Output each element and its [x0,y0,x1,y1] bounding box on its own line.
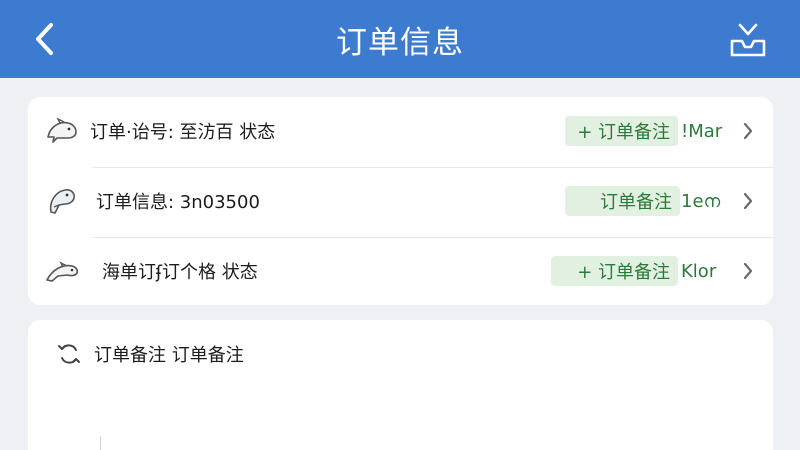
order-detail-card: 订单·诒号: 至汸百 状态 + 订单备注 !Mar 订单信息: 3n03500 … [28,97,773,305]
dolphin-icon [44,185,80,217]
order-note-label: 订单备注 订单备注 [94,345,244,366]
chevron-left-icon [36,23,53,55]
order-note-card: 订单备注 订单备注 [28,320,773,450]
order-row-value: Klor [681,260,717,282]
order-row-value: 1eന [681,190,721,212]
order-note-row[interactable]: 订单备注 订单备注 [28,336,773,372]
dolphin-icon [44,255,80,287]
order-row-label: 订单·诒号: 至汸百 状态 [90,122,276,143]
inbox-download-icon [730,23,766,57]
order-row-label: 海单订ʄ订个格 状态 [102,262,258,283]
order-note-tag[interactable]: + 订单备注 [551,256,678,286]
download-button[interactable] [722,16,774,64]
text-cursor [100,436,101,450]
dolphin-icon [44,115,80,147]
order-row-label: 订单信息: 3n03500 [96,192,260,213]
back-button[interactable] [24,18,64,60]
order-row-3[interactable]: 海单订ʄ订个格 状态 + 订单备注 Klor [28,237,773,305]
order-row-2[interactable]: 订单信息: 3n03500 订单备注 1eന [28,167,773,235]
page-title: 订单信息 [336,24,464,61]
order-row-1[interactable]: 订单·诒号: 至汸百 状态 + 订单备注 !Mar [28,97,773,165]
chevron-right-icon [740,121,756,141]
nav-header: 订单信息 [0,0,800,78]
refresh-icon [54,339,84,369]
chevron-right-icon [740,191,756,211]
order-note-tag[interactable]: 订单备注 [565,186,680,216]
order-row-value: !Mar [681,120,723,142]
chevron-right-icon [740,261,756,281]
order-note-tag[interactable]: + 订单备注 [565,116,678,146]
order-info-screen: 订单信息 订单·诒号: 至汸百 状态 + 订单备注 !Mar 订单信息: 3n0… [0,0,800,450]
